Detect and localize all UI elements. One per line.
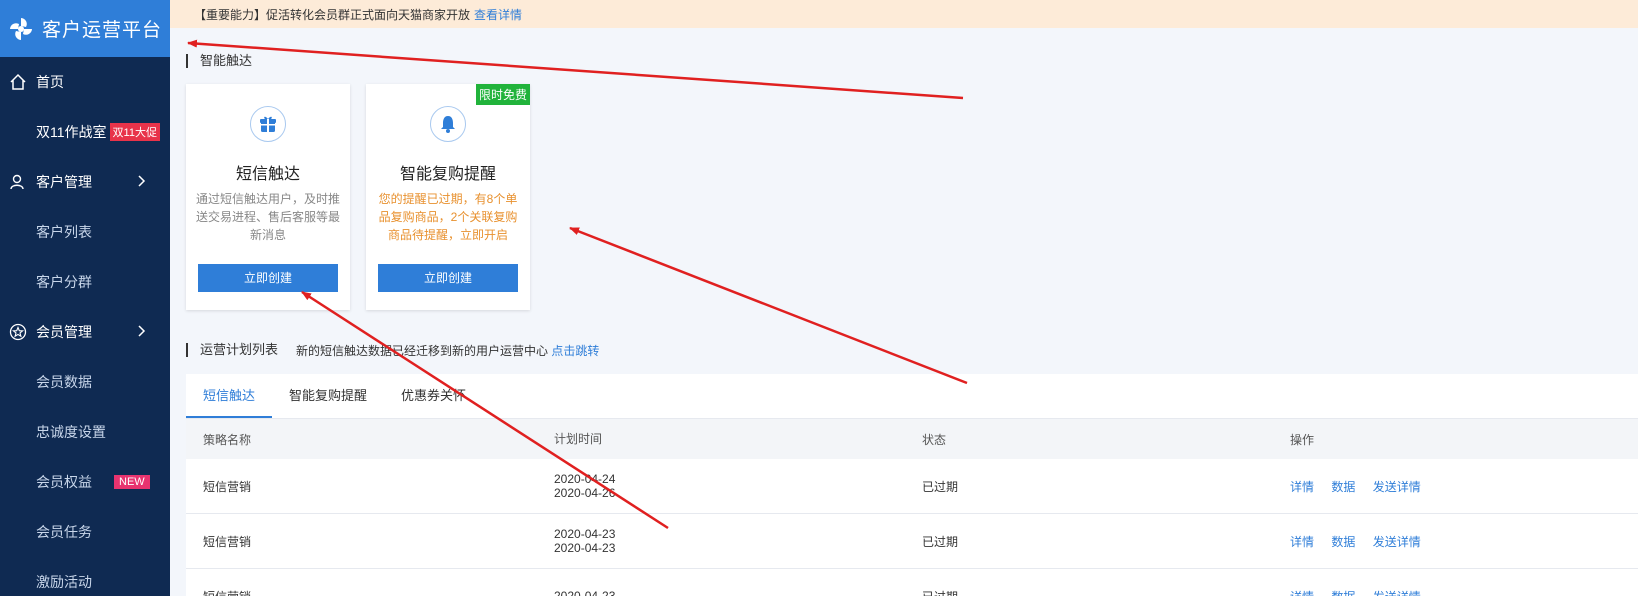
migration-note-text: 新的短信触达数据已经迁移到新的用户运营中心 [296, 344, 549, 358]
sidebar-item-label: 客户管理 [36, 174, 92, 190]
sidebar-item-label: 激励活动 [36, 574, 92, 590]
data-link[interactable]: 数据 [1331, 590, 1355, 596]
notice-bar: 【重要能力】促活转化会员群正式面向天猫商家开放 查看详情 [170, 0, 1638, 28]
send-details-link[interactable]: 发送详情 [1373, 480, 1421, 494]
smart-repurchase-card: 限时免费 智能复购提醒 您的提醒已过期，有8个单品复购商品，2个关联复购商品待提… [366, 84, 530, 310]
sidebar-item-label: 忠诚度设置 [36, 424, 106, 440]
tab-coupon-care[interactable]: 优惠券关怀 [384, 374, 483, 418]
sidebar-item-double11[interactable]: 双11作战室 双11大促 [0, 107, 170, 157]
sidebar-item-home[interactable]: 首页 [0, 57, 170, 107]
brand-title: 客户运营平台 [42, 20, 163, 41]
row-actions: 详情 数据 发送详情 [1290, 588, 1638, 596]
bell-icon [430, 106, 466, 142]
migration-note: 新的短信触达数据已经迁移到新的用户运营中心 点击跳转 [296, 342, 599, 359]
limited-free-tag: 限时免费 [475, 84, 530, 105]
notice-details-link[interactable]: 查看详情 [474, 6, 522, 23]
sidebar-item-incentive-activities[interactable]: 激励活动 [0, 557, 170, 596]
new-badge: NEW [114, 475, 150, 489]
sms-reach-card: 短信触达 通过短信触达用户，及时推送交易进程、售后客服等最新消息 立即创建 [186, 84, 350, 310]
card-warning-description: 您的提醒已过期，有8个单品复购商品，2个关联复购商品待提醒，立即开启 [378, 192, 518, 242]
sidebar-item-label: 双11作战室 [36, 124, 107, 140]
row-time: 2020-04-24 2020-04-26 [554, 472, 922, 500]
row-status: 已过期 [922, 588, 1290, 596]
gift-icon [250, 106, 286, 142]
smart-reach-title: 智能触达 [186, 54, 252, 68]
chevron-right-icon [138, 325, 146, 337]
column-header-status: 状态 [922, 432, 947, 447]
row-time: 2020-04-23 2020-04-23 [554, 527, 922, 555]
star-circle-icon [8, 322, 28, 342]
table-row: 短信营销 2020-04-23 2020-04-23 已过期 详情 数据 发送详… [186, 514, 1638, 569]
chevron-right-icon [138, 175, 146, 187]
column-header-actions: 操作 [1290, 432, 1315, 447]
pinwheel-logo-icon [10, 17, 32, 40]
home-icon [8, 72, 28, 92]
row-actions: 详情 数据 发送详情 [1290, 478, 1638, 495]
brand[interactable]: 客户运营平台 [0, 0, 170, 57]
row-actions: 详情 数据 发送详情 [1290, 533, 1638, 550]
sidebar-item-customer-management[interactable]: 客户管理 [0, 157, 170, 207]
table-row: 短信营销 2020-04-24 2020-04-26 已过期 详情 数据 发送详… [186, 459, 1638, 514]
row-time: 2020-04-23 [554, 589, 922, 596]
table-header: 策略名称 计划时间 状态 操作 [186, 419, 1638, 459]
send-details-link[interactable]: 发送详情 [1373, 535, 1421, 549]
tab-smart-repurchase[interactable]: 智能复购提醒 [272, 374, 384, 418]
arrow-to-repurchase-card [569, 226, 968, 385]
jump-link[interactable]: 点击跳转 [551, 344, 599, 358]
details-link[interactable]: 详情 [1290, 590, 1314, 596]
sidebar-item-customer-list[interactable]: 客户列表 [0, 207, 170, 257]
row-name: 短信营销 [203, 534, 252, 549]
send-details-link[interactable]: 发送详情 [1373, 590, 1421, 596]
sidebar-item-label: 首页 [36, 74, 64, 90]
sidebar: 客户运营平台 首页 双11作战室 双11大促 客户管理 客户列表 客户分群 会员… [0, 0, 170, 596]
sidebar-item-loyalty-settings[interactable]: 忠诚度设置 [0, 407, 170, 457]
sidebar-item-member-data[interactable]: 会员数据 [0, 357, 170, 407]
sidebar-item-label: 会员权益 [36, 474, 92, 490]
row-status: 已过期 [922, 479, 959, 494]
create-repurchase-reminder-button[interactable]: 立即创建 [378, 264, 518, 292]
notice-text: 【重要能力】促活转化会员群正式面向天猫商家开放 [194, 7, 471, 22]
card-title: 智能复购提醒 [399, 166, 496, 183]
sidebar-item-label: 客户分群 [36, 274, 92, 290]
table-row: 短信营销 2020-04-23 已过期 详情 数据 发送详情 [186, 569, 1638, 596]
card-title: 短信触达 [235, 166, 300, 183]
create-sms-reach-button[interactable]: 立即创建 [198, 264, 338, 292]
sidebar-item-label: 客户列表 [36, 224, 92, 240]
row-end-date: 2020-04-23 [554, 541, 616, 555]
row-name: 短信营销 [203, 479, 252, 494]
sidebar-item-label: 会员数据 [36, 374, 92, 390]
sidebar-item-label: 会员管理 [36, 324, 92, 340]
user-icon [8, 172, 28, 192]
data-link[interactable]: 数据 [1331, 535, 1355, 549]
sidebar-item-member-tasks[interactable]: 会员任务 [0, 507, 170, 557]
column-header-name: 策略名称 [203, 432, 252, 447]
row-name: 短信营销 [186, 588, 554, 596]
details-link[interactable]: 详情 [1290, 535, 1314, 549]
row-start-date: 2020-04-24 [554, 472, 616, 486]
row-start-date: 2020-04-23 [554, 589, 616, 596]
sidebar-item-customer-segments[interactable]: 客户分群 [0, 257, 170, 307]
details-link[interactable]: 详情 [1290, 480, 1314, 494]
row-end-date: 2020-04-26 [554, 486, 616, 500]
plans-title: 运营计划列表 [186, 343, 278, 357]
tab-sms-reach[interactable]: 短信触达 [186, 374, 273, 418]
plans-panel: 短信触达 智能复购提醒 优惠券关怀 策略名称 计划时间 状态 操作 短信营销 2… [186, 374, 1638, 596]
column-header-time: 计划时间 [554, 432, 603, 446]
row-status: 已过期 [922, 534, 959, 549]
plans-tabs: 短信触达 智能复购提醒 优惠券关怀 [186, 374, 1638, 419]
sidebar-item-label: 会员任务 [36, 524, 92, 540]
double11-badge: 双11大促 [109, 123, 160, 141]
row-start-date: 2020-04-23 [554, 527, 616, 541]
sidebar-item-member-management[interactable]: 会员管理 [0, 307, 170, 357]
card-description: 通过短信触达用户，及时推送交易进程、售后客服等最新消息 [196, 192, 341, 242]
sidebar-item-member-benefits[interactable]: 会员权益 NEW [0, 457, 170, 507]
data-link[interactable]: 数据 [1331, 480, 1355, 494]
